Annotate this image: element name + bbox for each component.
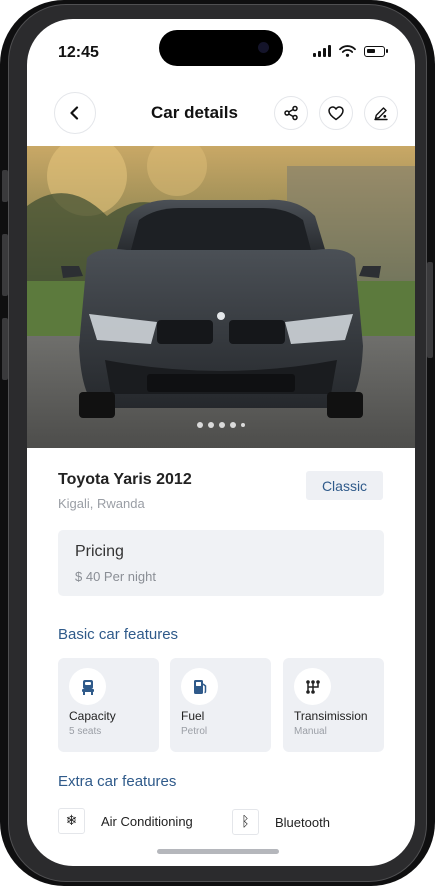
heart-icon [328, 105, 344, 120]
feature-card-transmission: Transimission Manual [283, 658, 384, 752]
share-button[interactable] [274, 96, 308, 130]
pager-dot[interactable] [230, 422, 236, 428]
power-button [427, 262, 433, 358]
home-indicator[interactable] [157, 849, 279, 854]
pager-dot[interactable] [219, 422, 225, 428]
pricing-card: Pricing $ 40 Per night [58, 530, 384, 596]
app-screen: 12:45 Car details Toyota Yaris 2012 Kiga… [27, 19, 415, 866]
car-class-badge: Classic [306, 471, 383, 500]
car-photo-gallery[interactable] [27, 146, 415, 448]
pager-dot[interactable] [197, 422, 203, 428]
extra-feature-label: Bluetooth [275, 814, 330, 830]
fuel-pump-icon [181, 668, 218, 705]
extra-features-title: Extra car features [58, 773, 177, 790]
feature-label: Capacity [69, 709, 116, 723]
feature-value: 5 seats [69, 726, 102, 737]
pager-dot[interactable] [208, 422, 214, 428]
car-photo [27, 146, 415, 448]
pricing-value: $ 40 Per night [75, 569, 156, 584]
page-title: Car details [151, 103, 238, 122]
car-name: Toyota Yaris 2012 [58, 471, 192, 488]
bluetooth-icon: ᛒ [232, 809, 259, 835]
mute-switch [2, 170, 8, 202]
feature-card-capacity: Capacity 5 seats [58, 658, 159, 752]
chevron-left-icon [70, 106, 79, 120]
edit-button[interactable] [364, 96, 398, 130]
app-header: Car details [27, 91, 415, 135]
phone-frame: 12:45 Car details Toyota Yaris 2012 Kiga… [0, 0, 435, 886]
feature-value: Petrol [181, 726, 208, 737]
pager-dot[interactable] [241, 423, 245, 427]
battery-icon [364, 45, 388, 57]
favorite-button[interactable] [319, 96, 353, 130]
gearbox-icon [294, 668, 331, 705]
status-time: 12:45 [58, 44, 99, 61]
pricing-title: Pricing [75, 543, 124, 560]
wifi-icon [339, 45, 356, 57]
dynamic-island [159, 30, 283, 66]
back-button[interactable] [54, 92, 96, 134]
basic-features-title: Basic car features [58, 626, 179, 643]
snowflake-icon: ❄ [58, 808, 85, 834]
signal-icon [313, 45, 331, 57]
car-seat-icon [69, 668, 106, 705]
extra-feature-label: Air Conditioning [101, 813, 193, 829]
extra-feature-air-conditioning: ❄ Air Conditioning [58, 808, 193, 834]
status-icons [313, 45, 388, 57]
feature-card-fuel: Fuel Petrol [170, 658, 271, 752]
feature-value: Manual [294, 726, 327, 737]
volume-down-button [2, 318, 8, 380]
gallery-pager[interactable] [27, 422, 415, 428]
volume-up-button [2, 234, 8, 296]
extra-feature-bluetooth: ᛒ Bluetooth [232, 809, 330, 835]
feature-label: Fuel [181, 709, 205, 723]
share-icon [284, 105, 298, 121]
edit-icon [374, 107, 388, 121]
feature-label: Transimission [294, 709, 368, 723]
car-location: Kigali, Rwanda [58, 496, 145, 511]
